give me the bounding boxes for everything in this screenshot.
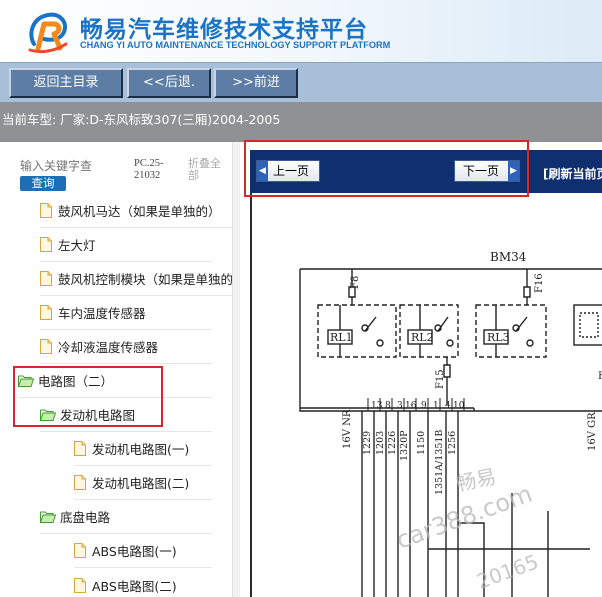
document-icon [74, 475, 86, 490]
pin-label: 1 [433, 401, 439, 411]
diagram-viewer: ◀ 上一页 下一页 ▶ [刷新当前页 BM34 F8 F16 RL1 RL2 R… [240, 142, 602, 597]
tree-item-left-headlamp[interactable]: 左大灯 [40, 228, 212, 262]
relay-label: RL3 [487, 331, 510, 344]
fuse-label: F15 [435, 369, 446, 389]
wire-label: 1256 [447, 431, 458, 455]
open-folder-icon [40, 511, 56, 523]
tree-item-label: ABS电路图(一) [92, 544, 177, 559]
pin-label: 3 [397, 401, 403, 411]
connector-label: 16V GR [587, 412, 598, 451]
component-label: BM34 [490, 250, 527, 264]
tree-item-label: 发动机电路图(二) [92, 476, 190, 491]
tree-item-label: 鼓风机马达（如果是单独的） [58, 204, 221, 219]
home-button[interactable]: 返回主目录 [9, 68, 123, 98]
tree-item-label: 底盘电路 [60, 510, 111, 525]
tree-item-engine-circuit-2[interactable]: 发动机电路图(二) [74, 466, 212, 500]
catalog-code: PC.25-21032 [134, 158, 164, 181]
relay-label: RL2 [411, 331, 434, 344]
wire-label: 1320P [399, 430, 410, 461]
back-button[interactable]: <<后退. [127, 68, 211, 98]
pin-label: 10 [453, 401, 465, 411]
pin-label: 9 [421, 401, 427, 411]
fuse-label: F16 [534, 273, 545, 293]
tree-item-label: ABS电路图(二) [92, 578, 177, 594]
collapse-all-button[interactable]: 折叠全部 [188, 158, 228, 182]
wiring-diagram-svg: BM34 F8 F16 RL1 RL2 RL3 F15 13 8 3 16 9 … [299, 250, 602, 597]
tree-item-coolant-temp-sensor[interactable]: 冷却液温度传感器 [40, 330, 212, 364]
brand-subtitle: CHANG YI AUTO MAINTENANCE TECHNOLOGY SUP… [80, 40, 391, 50]
partial-label: F3 [598, 371, 602, 382]
connector-label: 16V NR [342, 409, 353, 449]
pin-label: 13 [371, 401, 383, 411]
search-input[interactable] [20, 158, 126, 174]
tree-item-label: 车内温度传感器 [58, 306, 146, 321]
document-icon [40, 237, 52, 252]
current-vehicle-bar: 当前车型: 厂家:D-东风标致307(三厢)2004-2005 [0, 102, 602, 142]
tree-item-abs-circuit-2[interactable]: ABS电路图(二) [74, 568, 212, 597]
tree-item-blower-motor[interactable]: 鼓风机马达（如果是单独的） [40, 194, 232, 228]
document-icon [40, 271, 52, 286]
document-icon [74, 543, 86, 558]
tree-folder-chassis-circuit[interactable]: 底盘电路 [40, 500, 212, 534]
tree-item-label: 冷却液温度传感器 [58, 340, 159, 355]
wire-label: 1203 [375, 431, 386, 455]
wire-label: 1351A/1351B [434, 430, 445, 495]
watermark-text: 畅易 [454, 464, 498, 496]
tree-item-label: 鼓风机控制模块（如果是单独的） [58, 272, 232, 287]
pin-label: 4 [445, 401, 451, 411]
search-panel: 查询 PC.25-21032 折叠全部 [0, 142, 240, 198]
refresh-page-link[interactable]: [刷新当前页 [543, 165, 602, 182]
watermark: 畅易 car388.com 20165 [392, 464, 541, 594]
forward-button[interactable]: >>前进 [214, 68, 298, 98]
document-icon [74, 577, 86, 593]
document-icon [40, 203, 52, 218]
header-banner: 畅易汽车维修技术支持平台 CHANG YI AUTO MAINTENANCE T… [0, 0, 602, 62]
search-button[interactable]: 查询 [20, 176, 66, 191]
fuse-label: F8 [350, 276, 361, 289]
tree-item-label: 发动机电路图(一) [92, 442, 190, 457]
tree-item-label: 左大灯 [58, 238, 96, 253]
relay-label: RL1 [330, 331, 353, 344]
document-icon [40, 305, 52, 320]
document-icon [74, 441, 86, 456]
main-toolbar: 返回主目录 <<后退. >>前进 [0, 62, 602, 102]
wiring-diagram: BM34 F8 F16 RL1 RL2 RL3 F15 13 8 3 16 9 … [250, 193, 602, 597]
tree-item-cabin-temp-sensor[interactable]: 车内温度传感器 [40, 296, 212, 330]
tree-item-abs-circuit-1[interactable]: ABS电路图(一) [74, 534, 212, 568]
wire-label: 1226 [387, 431, 398, 455]
document-icon [40, 339, 52, 354]
brand-title: 畅易汽车维修技术支持平台 [80, 17, 368, 43]
tree-item-engine-circuit-1[interactable]: 发动机电路图(一) [74, 432, 212, 466]
highlight-box-pager [244, 140, 529, 197]
app-root: 畅易汽车维修技术支持平台 CHANG YI AUTO MAINTENANCE T… [0, 0, 602, 597]
pin-label: 16 [405, 401, 417, 411]
highlight-box-tree [13, 366, 163, 427]
pin-label: 8 [385, 401, 391, 411]
wire-label: 1150 [416, 431, 427, 455]
wire-label: 1229 [362, 431, 373, 455]
sidebar-scrollbar[interactable] [232, 142, 240, 597]
brand-logo [28, 12, 68, 54]
tree-item-blower-control[interactable]: 鼓风机控制模块（如果是单独的） [40, 262, 232, 296]
